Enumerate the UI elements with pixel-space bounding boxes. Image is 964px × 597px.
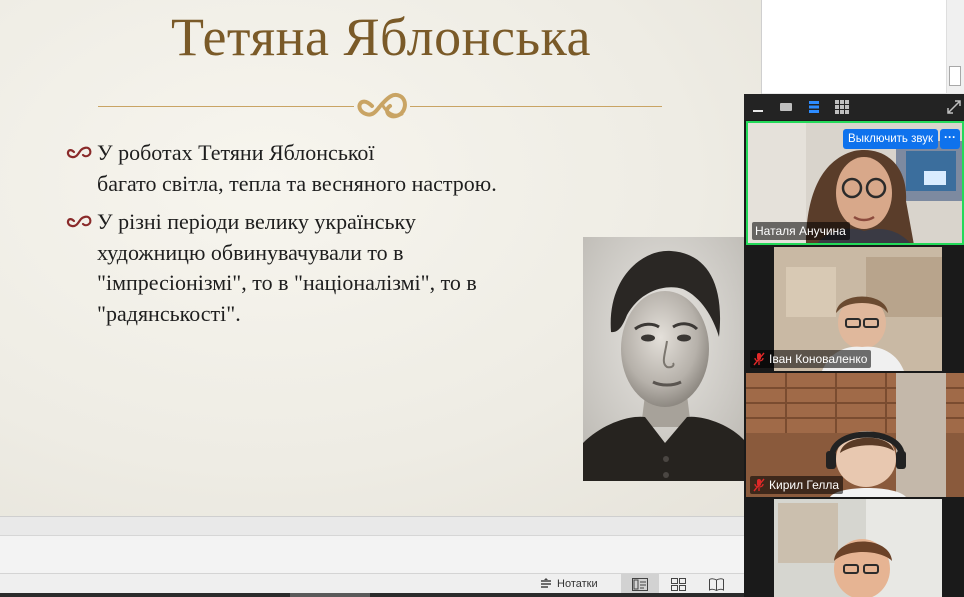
scrollbar-thumb[interactable] bbox=[949, 66, 961, 86]
title-divider-right bbox=[410, 106, 662, 107]
bullet-list: У роботах Тетяни Яблонської багато світл… bbox=[66, 138, 586, 337]
participant-name-tag: Наталя Анучина bbox=[752, 222, 850, 240]
more-options-button[interactable]: ··· bbox=[940, 129, 960, 149]
slide-sorter-icon bbox=[670, 577, 686, 591]
reading-view-icon bbox=[708, 577, 724, 591]
screen: Тетяна Яблонська У роботах Тетяни Яблонс… bbox=[0, 0, 964, 597]
slide-sorter-button[interactable] bbox=[659, 574, 697, 594]
participant-video-tile[interactable] bbox=[746, 499, 964, 597]
bullet-text: У роботах Тетяни Яблонської багато світл… bbox=[97, 140, 497, 196]
bullet-item: У різні періоди велику українську художн… bbox=[66, 207, 586, 329]
bullet-item: У роботах Тетяни Яблонської багато світл… bbox=[66, 138, 586, 199]
expand-icon[interactable] bbox=[946, 99, 962, 115]
normal-view-icon bbox=[632, 577, 648, 591]
single-view-icon[interactable] bbox=[778, 99, 794, 115]
microphone-muted-icon bbox=[753, 352, 765, 366]
participant-name: Кирил Гелла bbox=[769, 478, 840, 492]
ornament-icon bbox=[357, 93, 407, 119]
participant-video-tile[interactable]: Іван Коноваленко bbox=[746, 247, 964, 371]
minimize-icon[interactable] bbox=[750, 99, 766, 115]
normal-view-button[interactable] bbox=[621, 574, 659, 594]
title-divider-left bbox=[98, 106, 354, 107]
notes-pane[interactable] bbox=[0, 535, 762, 573]
microphone-muted-icon bbox=[753, 478, 765, 492]
zoom-video-panel: Выключить звук ··· Наталя Анучина Іван К… bbox=[744, 94, 964, 597]
participant-video-tile[interactable]: Кирил Гелла bbox=[746, 373, 964, 497]
participant-video bbox=[746, 499, 964, 597]
editor-right-margin bbox=[762, 0, 964, 93]
reading-view-button[interactable] bbox=[697, 574, 735, 594]
gallery-view-icon[interactable] bbox=[834, 99, 850, 115]
bullet-text: У різні періоди велику українську художн… bbox=[97, 209, 477, 326]
mute-participant-button[interactable]: Выключить звук bbox=[843, 129, 938, 149]
notes-icon bbox=[541, 578, 551, 588]
participant-name-tag: Іван Коноваленко bbox=[750, 350, 872, 368]
zoom-toolbar bbox=[744, 94, 964, 120]
notes-button[interactable]: Нотатки bbox=[540, 575, 598, 593]
status-bar: Нотатки bbox=[0, 573, 762, 594]
participant-name-tag: Кирил Гелла bbox=[750, 476, 844, 494]
presentation-slide[interactable]: Тетяна Яблонська У роботах Тетяни Яблонс… bbox=[0, 0, 762, 517]
ornate-bullet-icon bbox=[66, 146, 92, 159]
notes-label: Нотатки bbox=[557, 578, 598, 590]
editor-gap bbox=[0, 518, 762, 535]
participant-name: Наталя Анучина bbox=[755, 224, 846, 238]
participant-video-tile[interactable]: Выключить звук ··· Наталя Анучина bbox=[746, 121, 964, 245]
participant-name: Іван Коноваленко bbox=[769, 352, 868, 366]
ornate-bullet-icon bbox=[66, 215, 92, 228]
slide-title: Тетяна Яблонська bbox=[171, 7, 591, 67]
strip-view-icon[interactable] bbox=[806, 99, 822, 115]
portrait-photo bbox=[583, 237, 745, 481]
